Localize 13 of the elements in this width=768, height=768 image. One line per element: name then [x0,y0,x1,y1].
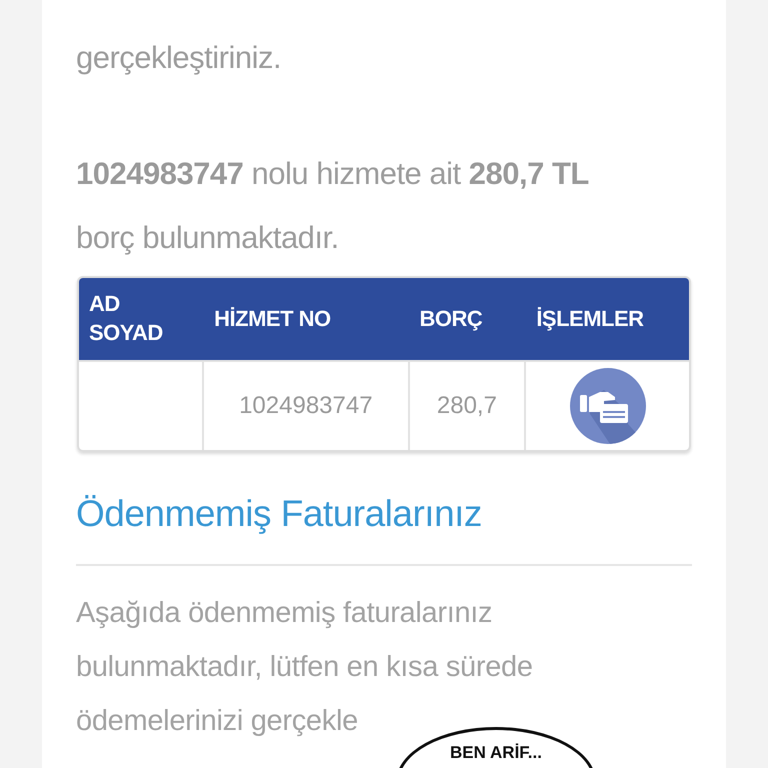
table-cell: 1024983747 [204,360,410,450]
unpaid-text: Aşağıda ödenmemiş faturalarınız bulunmaktadır, lütfen en kısa sürede ödemelerinizi gerçekle [76,596,534,740]
column-header: AD SOYAD [79,278,204,360]
intro-text: gerçekleştiriniz. [76,39,282,77]
column-header: BORÇ [410,278,526,360]
column-header: İŞLEMLER [526,278,689,360]
section-title: Ödenmemiş Faturalarınız [76,492,483,536]
column-header: HİZMET NO [204,278,410,360]
pay-button[interactable] [570,368,646,444]
card-payment-icon [570,368,646,444]
bubble-text: BEN ARİF... [450,744,542,761]
table-cell: 280,7 [410,360,526,450]
debt-notice: 1024983747 nolu hizmete ait 280,7 TL borç bulunmaktadır. [76,155,590,257]
